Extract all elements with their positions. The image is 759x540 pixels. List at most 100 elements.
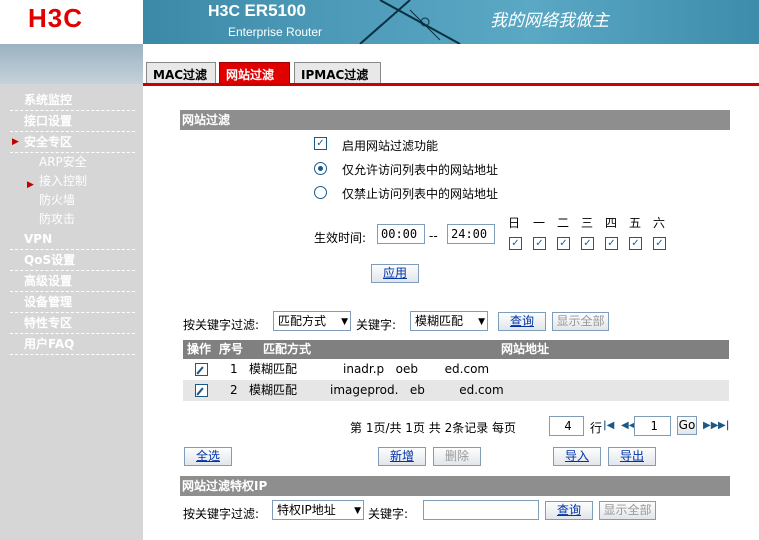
sidebar-item-security[interactable]: 安全专区	[10, 132, 135, 153]
tab-url-filter[interactable]: 网站过滤	[219, 62, 290, 84]
table-row: 1 模糊匹配 inadr.p oeb ed.com	[183, 359, 729, 380]
tab-mac-filter[interactable]: MAC过滤	[146, 62, 216, 84]
sidebar-item-qos[interactable]: QoS设置	[10, 250, 135, 271]
end-time-input[interactable]: 24:00	[447, 224, 495, 244]
start-time-input[interactable]: 00:00	[377, 224, 425, 244]
allow-only-label: 仅允许访问列表中的网站地址	[342, 163, 499, 177]
rows-label: 行	[590, 421, 603, 435]
edit-icon[interactable]	[195, 384, 208, 397]
sidebar-top-strip	[0, 44, 143, 84]
match-mode-select-value: 匹配方式	[278, 314, 327, 328]
per-page-input[interactable]: 4	[549, 416, 584, 436]
product-title: H3C ER5100	[208, 1, 306, 20]
section-title-privileged-ip: 网站过滤特权IP	[180, 476, 730, 496]
day-label-mon: 一	[533, 216, 546, 230]
h3c-logo: H3C	[28, 3, 84, 33]
slogan: 我的网络我做主	[490, 11, 609, 31]
product-subtitle: Enterprise Router	[228, 25, 323, 39]
privileged-keyword-label: 关键字:	[368, 507, 409, 521]
select-all-button[interactable]: 全选	[184, 447, 232, 466]
sidebar-item-system-monitor[interactable]: 系统监控	[10, 90, 135, 111]
import-button[interactable]: 导入	[553, 447, 601, 466]
apply-button[interactable]: 应用	[371, 264, 419, 283]
delete-button: 删除	[433, 447, 481, 466]
day-checkbox-fri[interactable]: ✓	[629, 237, 642, 250]
privileged-select-value: 特权IP地址	[277, 503, 336, 517]
privileged-show-all-button: 显示全部	[599, 501, 656, 520]
sidebar-item-anti-attack[interactable]: 防攻击	[10, 210, 135, 229]
go-button[interactable]: Go	[677, 416, 697, 435]
add-button[interactable]: 新增	[378, 447, 426, 466]
day-checkbox-sat[interactable]: ✓	[653, 237, 666, 250]
sidebar-active-arrow-icon: ▶	[12, 137, 19, 147]
privileged-query-button[interactable]: 查询	[545, 501, 593, 520]
day-label-wed: 三	[581, 216, 594, 230]
logo-area: H3C	[0, 0, 143, 44]
row-index: 1	[230, 362, 238, 376]
header-url: 网站地址	[501, 342, 550, 356]
tab-ipmac-filter[interactable]: IPMAC过滤	[294, 62, 381, 84]
day-label-tue: 二	[557, 216, 570, 230]
effective-time-label: 生效时间:	[314, 231, 367, 245]
sidebar-item-faq[interactable]: 用户FAQ	[10, 334, 135, 355]
chevron-down-icon: ▼	[354, 506, 361, 516]
section-title-url-filter: 网站过滤	[180, 110, 730, 130]
keyword-select[interactable]: 模糊匹配 ▼	[410, 311, 488, 331]
privileged-keyword-input[interactable]	[423, 500, 539, 520]
day-checkbox-thu[interactable]: ✓	[605, 237, 618, 250]
sidebar-item-vpn[interactable]: VPN	[10, 229, 135, 250]
sidebar-item-device-mgmt[interactable]: 设备管理	[10, 292, 135, 313]
sidebar-item-advanced[interactable]: 高级设置	[10, 271, 135, 292]
day-label-sat: 六	[653, 216, 666, 230]
sidebar-menu: 系统监控 接口设置 安全专区 ARP安全 接入控制 防火墙 防攻击 VPN Qo…	[10, 90, 135, 355]
edit-icon[interactable]	[195, 363, 208, 376]
header-match-mode: 匹配方式	[263, 342, 312, 356]
row-url: inadr.p oeb ed.com	[343, 362, 490, 376]
first-page-icon[interactable]: |◀	[603, 420, 614, 431]
privileged-select[interactable]: 特权IP地址 ▼	[272, 500, 364, 520]
header-index: 序号	[219, 342, 244, 356]
match-mode-select[interactable]: 匹配方式 ▼	[273, 311, 351, 331]
sidebar-item-arp[interactable]: ARP安全	[10, 153, 135, 172]
day-label-thu: 四	[605, 216, 618, 230]
day-checkbox-mon[interactable]: ✓	[533, 237, 546, 250]
sidebar-item-features[interactable]: 特性专区	[10, 313, 135, 334]
query-button[interactable]: 查询	[498, 312, 546, 331]
tab-underline	[143, 83, 759, 86]
row-index: 2	[230, 383, 238, 397]
sidebar-item-interface[interactable]: 接口设置	[10, 111, 135, 132]
banner-decoration	[359, 0, 461, 44]
day-label-sun: 日	[508, 216, 521, 230]
keyword-filter-label: 按关键字过滤:	[183, 318, 260, 332]
chevron-down-icon: ▼	[341, 317, 348, 327]
url-table: 操作 序号 匹配方式 网站地址 1 模糊匹配 inadr.p oeb ed.co…	[183, 340, 729, 401]
row-match-mode: 模糊匹配	[249, 383, 298, 397]
header-operation: 操作	[187, 342, 212, 356]
table-row: 2 模糊匹配 imageprod. eb ed.com	[183, 380, 729, 401]
enable-filter-checkbox[interactable]: ✓	[314, 137, 327, 150]
day-label-fri: 五	[629, 216, 642, 230]
time-separator: --	[429, 229, 438, 243]
allow-only-radio[interactable]	[314, 162, 327, 175]
sidebar-sub-active-arrow-icon: ▶	[27, 180, 34, 190]
next-page-icon[interactable]: ▶▶	[703, 420, 718, 431]
keyword-label: 关键字:	[356, 318, 397, 332]
day-checkbox-tue[interactable]: ✓	[557, 237, 570, 250]
deny-only-label: 仅禁止访问列表中的网站地址	[342, 187, 499, 201]
row-url: imageprod. eb ed.com	[330, 383, 504, 397]
day-checkbox-wed[interactable]: ✓	[581, 237, 594, 250]
deny-only-radio[interactable]	[314, 186, 327, 199]
chevron-down-icon: ▼	[478, 317, 485, 327]
table-header: 操作 序号 匹配方式 网站地址	[183, 340, 729, 359]
row-match-mode: 模糊匹配	[249, 362, 298, 376]
day-checkbox-sun[interactable]: ✓	[509, 237, 522, 250]
export-button[interactable]: 导出	[608, 447, 656, 466]
privileged-keyword-filter-label: 按关键字过滤:	[183, 507, 260, 521]
page-number-input[interactable]: 1	[634, 416, 671, 436]
pagination-text: 第 1页/共 1页 共 2条记录 每页	[350, 421, 517, 435]
enable-filter-label: 启用网站过滤功能	[342, 139, 439, 153]
show-all-button: 显示全部	[552, 312, 609, 331]
keyword-select-value: 模糊匹配	[415, 314, 464, 328]
sidebar-item-firewall[interactable]: 防火墙	[10, 191, 135, 210]
last-page-icon[interactable]: ▶|	[718, 420, 729, 431]
